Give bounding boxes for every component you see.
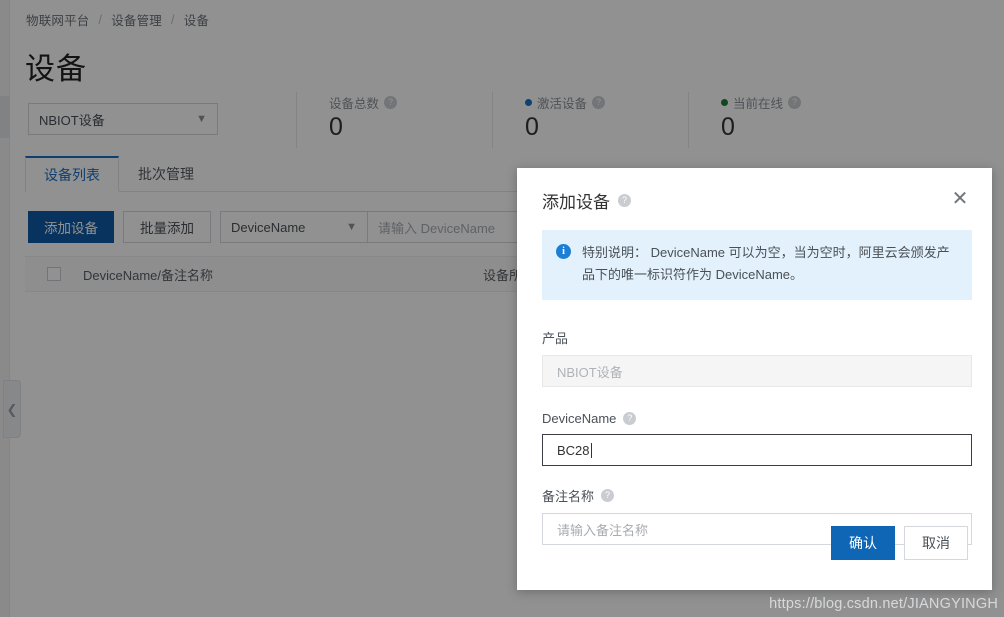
add-device-dialog: 添加设备 ? ✕ i 特别说明： DeviceName 可以为空，当为空时，阿里… [517, 168, 992, 590]
dialog-actions: 确认 取消 [831, 526, 968, 560]
field-device-name: DeviceName ? BC28 [542, 411, 972, 466]
field-label-text: 备注名称 [542, 489, 595, 504]
watermark: https://blog.csdn.net/JIANGYINGH [769, 596, 998, 612]
product-input: NBIOT设备 [542, 355, 972, 387]
field-label-product: 产品 [542, 328, 972, 347]
help-icon[interactable]: ? [618, 194, 631, 207]
text-cursor [590, 442, 592, 458]
field-label-nickname: 备注名称 ? [542, 486, 972, 505]
nickname-placeholder: 请输入备注名称 [557, 522, 649, 538]
info-alert-text: 特别说明： DeviceName 可以为空，当为空时，阿里云会颁发产品下的唯一标… [582, 245, 950, 283]
help-icon[interactable]: ? [623, 412, 637, 425]
info-alert: i 特别说明： DeviceName 可以为空，当为空时，阿里云会颁发产品下的唯… [542, 230, 972, 300]
app-root: ❮ 物联网平台 / 设备管理 / 设备 设备 NBIOT设备 ▼ 设备总数 ? … [0, 0, 1004, 617]
field-label-device-name: DeviceName ? [542, 411, 972, 426]
cancel-button[interactable]: 取消 [904, 526, 968, 560]
close-icon[interactable]: ✕ [948, 186, 972, 210]
dialog-title-text: 添加设备 [542, 193, 610, 212]
confirm-button[interactable]: 确认 [831, 526, 895, 560]
device-name-value: BC28 [557, 442, 590, 458]
dialog-title: 添加设备 ? [542, 188, 631, 213]
field-product: 产品 NBIOT设备 [542, 328, 972, 387]
help-icon[interactable]: ? [601, 489, 615, 502]
field-label-text: 产品 [542, 331, 569, 346]
device-name-input[interactable]: BC28 [542, 434, 972, 466]
info-icon: i [556, 244, 571, 259]
field-label-text: DeviceName [542, 411, 617, 426]
